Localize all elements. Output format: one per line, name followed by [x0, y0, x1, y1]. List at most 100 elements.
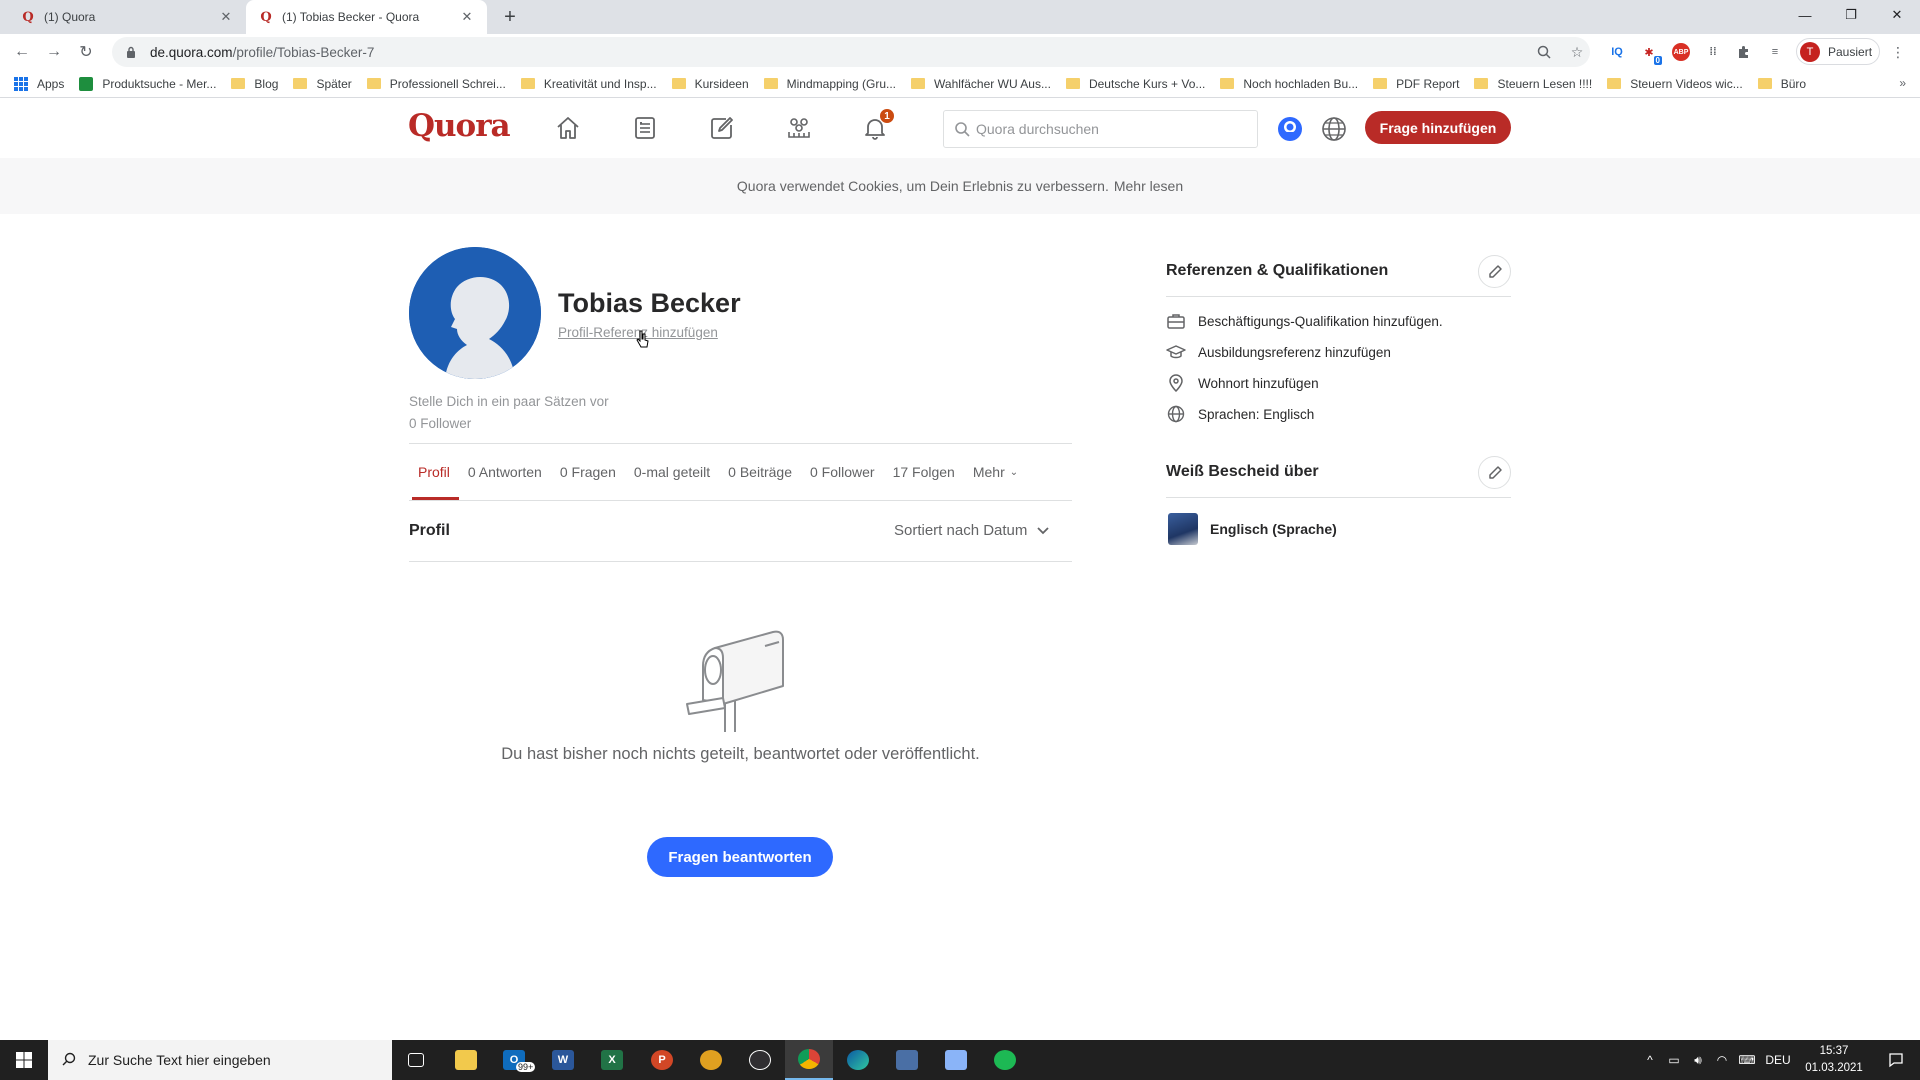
bookmark-item[interactable]: Noch hochladen Bu... [1220, 77, 1358, 91]
browser-tab-quora[interactable]: Q (1) Quora ✕ [8, 0, 246, 34]
tab-posts[interactable]: 0 Beiträge [719, 444, 801, 500]
quora-search-box[interactable] [943, 110, 1258, 148]
system-clock[interactable]: 15:37 01.03.2021 [1797, 1043, 1871, 1077]
profile-intro-prompt[interactable]: Stelle Dich in ein paar Sätzen vor [409, 394, 609, 409]
answer-questions-button[interactable]: Fragen beantworten [647, 837, 833, 877]
tab-answers[interactable]: 0 Antworten [459, 444, 551, 500]
app-window-icon[interactable] [883, 1040, 931, 1080]
device-icon[interactable]: ▭ [1662, 1040, 1686, 1080]
quora-logo[interactable]: Quora [408, 108, 511, 144]
volume-icon[interactable]: 🔊︎ [1686, 1040, 1710, 1080]
profile-avatar[interactable] [409, 247, 541, 379]
clock-date: 01.03.2021 [1805, 1062, 1863, 1074]
extension-badge-icon[interactable]: ✱ 0 [1638, 41, 1662, 65]
powerpoint-icon[interactable]: P [638, 1040, 686, 1080]
credential-languages[interactable]: Sprachen: Englisch [1166, 404, 1314, 424]
chrome-menu-icon[interactable]: ⋮ [1886, 37, 1910, 67]
following-feed-icon[interactable] [628, 112, 662, 144]
bookmark-item[interactable]: PDF Report [1373, 77, 1459, 91]
notepad-icon[interactable] [932, 1040, 980, 1080]
bookmark-item[interactable]: Mindmapping (Gru... [763, 77, 896, 91]
bookmark-star-icon[interactable]: ☆ [1565, 37, 1589, 67]
bookmark-item[interactable]: Büro [1757, 77, 1806, 91]
new-tab-button[interactable]: + [498, 5, 522, 29]
bookmark-item[interactable]: Deutsche Kurs + Vo... [1065, 77, 1205, 91]
bookmarks-bar: Apps Produktsuche - Mer... Blog Später Profe… [0, 70, 1920, 98]
puzzle-extensions-icon[interactable] [1733, 41, 1755, 63]
bookmark-item[interactable]: Professionell Schrei... [366, 77, 506, 91]
credential-location[interactable]: Wohnort hinzufügen [1166, 373, 1319, 393]
bookmarks-overflow-icon[interactable]: » [1899, 76, 1906, 90]
bookmark-item[interactable]: Kreativität und Insp... [520, 77, 657, 91]
add-question-button[interactable]: Frage hinzufügen [1365, 111, 1511, 144]
quora-plus-icon[interactable] [1276, 115, 1304, 143]
topic-item[interactable]: Englisch (Sprache) [1168, 513, 1337, 545]
close-tab-icon[interactable]: ✕ [459, 9, 475, 25]
close-tab-icon[interactable]: ✕ [218, 9, 234, 25]
bookmark-label: Produktsuche - Mer... [102, 76, 217, 91]
word-icon[interactable]: W [539, 1040, 587, 1080]
edge-icon[interactable] [834, 1040, 882, 1080]
windows-start-icon[interactable] [0, 1040, 48, 1080]
iq-extension-icon[interactable]: IQ [1606, 41, 1628, 63]
tab-questions[interactable]: 0 Fragen [551, 444, 625, 500]
bookmark-item[interactable]: Produktsuche - Mer... [79, 76, 217, 91]
credential-education[interactable]: Ausbildungsreferenz hinzufügen [1166, 342, 1391, 362]
cookie-more-link[interactable]: Mehr lesen [1114, 178, 1183, 194]
home-icon[interactable] [551, 112, 585, 144]
tray-chevron-up-icon[interactable]: ^ [1638, 1040, 1662, 1080]
reading-list-icon[interactable]: ≡ [1764, 41, 1786, 63]
wifi-icon[interactable]: ◠ [1710, 1040, 1734, 1080]
restore-window-icon[interactable]: ❐ [1828, 0, 1874, 30]
browser-tab-profile[interactable]: Q (1) Tobias Becker - Quora ✕ [246, 0, 487, 34]
adblock-icon[interactable]: ABP [1670, 41, 1692, 63]
bookmark-item[interactable]: Später [293, 77, 352, 91]
back-arrow-icon[interactable]: ← [10, 40, 34, 64]
cookie-text: Quora verwendet Cookies, um Dein Erlebni… [736, 178, 1109, 194]
address-bar[interactable]: de.quora.com/profile/Tobias-Becker-7 [112, 37, 1590, 67]
chrome-profile-button[interactable]: T Pausiert [1796, 38, 1880, 65]
answer-pencil-icon[interactable] [705, 112, 739, 144]
bookmark-item[interactable]: Wahlfächer WU Aus... [911, 77, 1051, 91]
credential-label: Beschäftigungs-Qualifikation hinzufügen. [1198, 313, 1443, 329]
close-window-icon[interactable]: ✕ [1874, 0, 1920, 30]
tab-shares[interactable]: 0-mal geteilt [625, 444, 719, 500]
tab-more[interactable]: Mehr ⌄ [964, 444, 1027, 500]
profile-follower-count[interactable]: 0 Follower [409, 416, 471, 431]
grid-extension-icon[interactable]: ⁞⁞ [1702, 41, 1724, 63]
spotify-icon[interactable] [981, 1040, 1029, 1080]
bookmark-item[interactable]: Apps [14, 76, 64, 91]
zoom-icon[interactable] [1532, 37, 1556, 67]
bookmark-label: Steuern Videos wic... [1630, 76, 1743, 91]
keyboard-icon[interactable]: ⌨︎ [1734, 1040, 1760, 1080]
bookmark-item[interactable]: Kursideen [671, 77, 749, 91]
bookmark-item[interactable]: Steuern Lesen !!!! [1474, 77, 1592, 91]
taskbar-search-box[interactable]: Zur Suche Text hier eingeben [48, 1040, 392, 1080]
edit-credentials-pencil-icon[interactable] [1478, 255, 1511, 288]
credential-label: Wohnort hinzufügen [1198, 375, 1319, 391]
minimize-icon[interactable]: — [1782, 0, 1828, 30]
task-view-icon[interactable] [392, 1040, 440, 1080]
file-explorer-icon[interactable] [442, 1040, 490, 1080]
spaces-icon[interactable] [782, 112, 816, 144]
forward-arrow-icon[interactable]: → [42, 40, 66, 64]
quora-favicon-icon: Q [22, 9, 34, 25]
chrome-icon[interactable] [785, 1040, 833, 1080]
excel-icon[interactable]: X [588, 1040, 636, 1080]
language-globe-icon[interactable] [1320, 115, 1348, 143]
obs-icon[interactable] [736, 1040, 784, 1080]
sort-dropdown[interactable]: Sortiert nach Datum [894, 522, 1050, 539]
outlook-icon[interactable]: O 99+ [490, 1040, 538, 1080]
search-input[interactable] [976, 121, 1236, 137]
app-icon[interactable] [687, 1040, 735, 1080]
bookmark-item[interactable]: Steuern Videos wic... [1607, 77, 1743, 91]
edit-topics-pencil-icon[interactable] [1478, 456, 1511, 489]
tab-followers[interactable]: 0 Follower [801, 444, 884, 500]
credential-employment[interactable]: Beschäftigungs-Qualifikation hinzufügen. [1166, 311, 1443, 331]
reload-icon[interactable]: ↻ [74, 40, 98, 64]
tab-profile[interactable]: Profil [409, 444, 459, 500]
notification-center-icon[interactable] [1878, 1040, 1914, 1080]
tab-following[interactable]: 17 Folgen [884, 444, 964, 500]
input-language[interactable]: DEU [1762, 1040, 1794, 1080]
bookmark-item[interactable]: Blog [231, 77, 278, 91]
